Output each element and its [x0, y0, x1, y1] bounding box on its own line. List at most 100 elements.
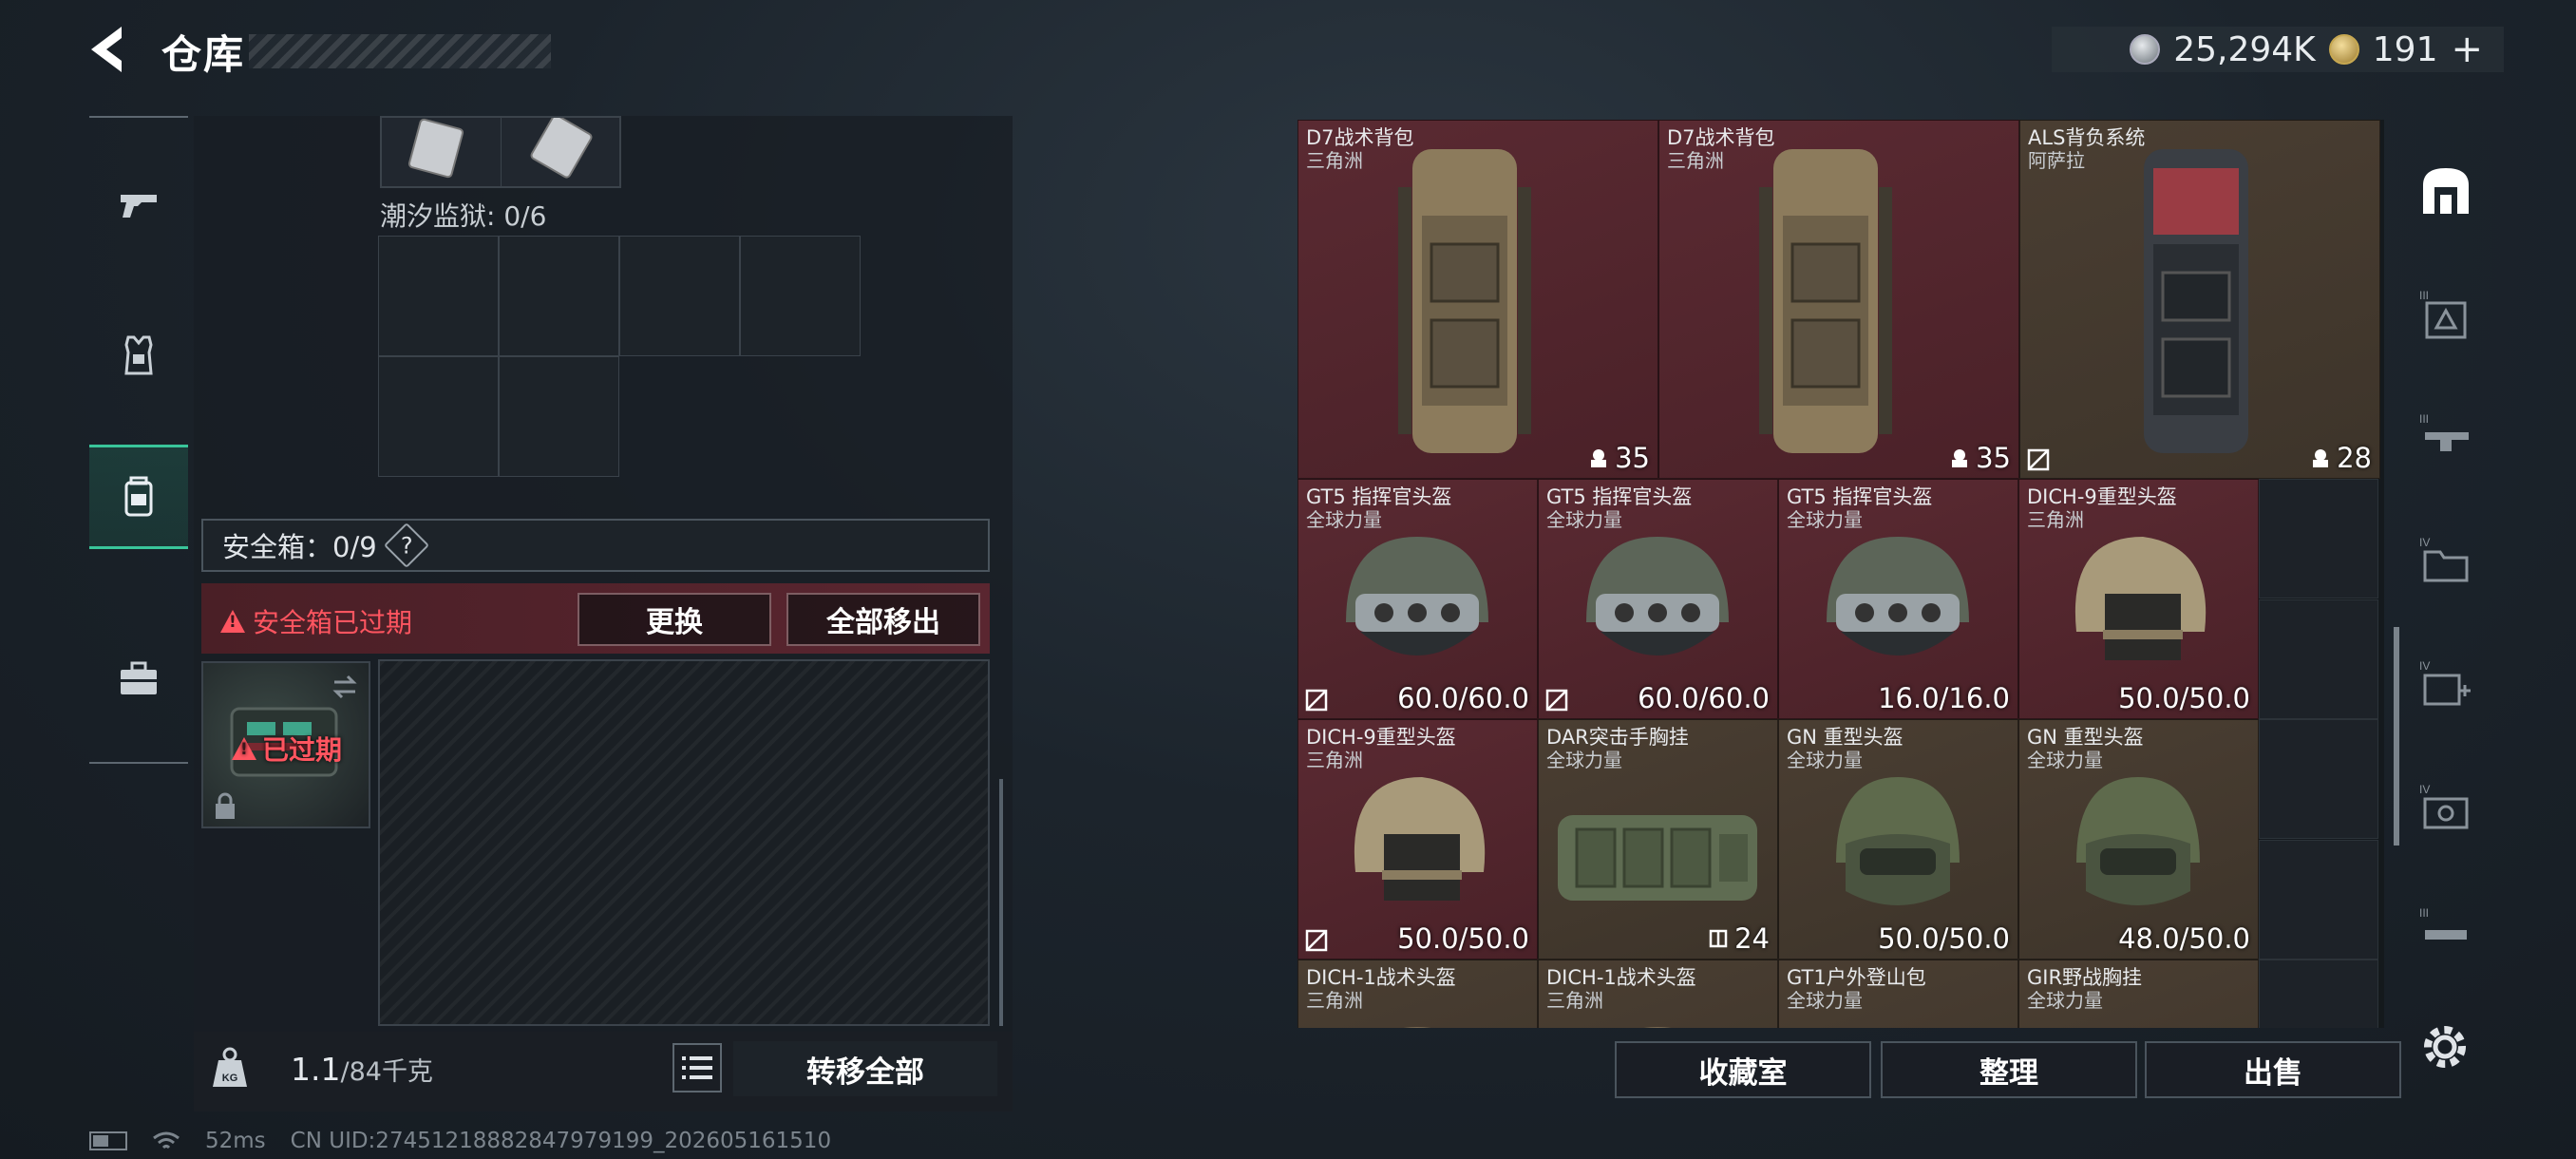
nav-tier-item[interactable]: IV — [2403, 519, 2489, 604]
nav-weapons[interactable] — [89, 156, 188, 251]
empty-slot[interactable] — [2259, 840, 2378, 960]
helmet-icon — [2076, 777, 2200, 905]
nav-all-items[interactable] — [2403, 148, 2489, 234]
inventory-item[interactable]: DICH-9重型头盔 三角洲 50.0/50.0 — [1297, 719, 1538, 960]
inventory-item[interactable]: GN 重型头盔 全球力量 50.0/50.0 — [1778, 719, 2018, 960]
item-value: 28 — [2310, 442, 2372, 474]
item-durability: 48.0/50.0 — [2118, 922, 2250, 955]
safebox-case-item[interactable]: 已过期 — [201, 661, 370, 828]
svg-text:III: III — [2419, 906, 2429, 920]
tier-misc-icon: III — [2419, 906, 2467, 940]
inventory-item[interactable]: GT5 指挥官头盔 全球力量 16.0/16.0 — [1778, 479, 2018, 719]
backpack-icon — [124, 476, 153, 517]
lock-icon — [216, 792, 235, 819]
title-decoration — [249, 34, 551, 68]
grid-cell[interactable] — [499, 356, 619, 477]
no-insurance-icon — [1545, 689, 1568, 712]
nav-tier-item[interactable]: IV — [2403, 642, 2489, 728]
page-title: 仓库 — [161, 31, 246, 78]
inventory-item[interactable]: DICH-9重型头盔 三角洲 50.0/50.0 — [2018, 479, 2259, 719]
empty-slot[interactable] — [2259, 960, 2378, 1028]
nav-case[interactable] — [89, 631, 188, 726]
item-value: 35 — [1949, 442, 2011, 474]
svg-text:IV: IV — [2419, 536, 2430, 549]
list-icon — [682, 1056, 712, 1079]
tidal-prison-label: 潮汐监狱: 0/6 — [380, 200, 547, 232]
add-currency-button[interactable]: + — [2451, 28, 2483, 71]
inventory-item[interactable]: GT5 指挥官头盔 全球力量 60.0/60.0 — [1538, 479, 1778, 719]
collection-room-button[interactable]: 收藏室 — [1615, 1041, 1871, 1098]
inventory-item[interactable]: D7战术背包 三角洲 35 — [1658, 120, 2019, 479]
grid-cell[interactable] — [378, 356, 499, 477]
sell-button[interactable]: 出售 — [2145, 1041, 2401, 1098]
silver-coin-icon — [2130, 34, 2161, 65]
empty-slot[interactable] — [2259, 479, 2378, 598]
item-slot[interactable] — [502, 114, 621, 186]
nav-armor[interactable] — [89, 308, 188, 403]
wifi-icon — [153, 1131, 180, 1150]
currency-bar: 25,294K 191 + — [2052, 27, 2504, 72]
safebox-header: 安全箱：0/9 ? — [201, 519, 990, 572]
backpack-icon — [1759, 149, 1892, 453]
sort-button[interactable]: 整理 — [1881, 1041, 2137, 1098]
no-insurance-icon — [1305, 689, 1328, 712]
item-value: 24 — [1708, 922, 1770, 955]
capacity-icon — [1591, 449, 1607, 467]
item-durability: 50.0/50.0 — [1878, 922, 2010, 955]
item-durability: 50.0/50.0 — [1397, 922, 1529, 955]
helmet-icon — [1836, 777, 1960, 905]
warning-icon — [232, 737, 256, 760]
warehouse-inventory: D7战术背包 三角洲 35 D7战术背包 三角洲 35 ALS背负系统 阿萨拉 … — [1297, 120, 2384, 1028]
inventory-item[interactable]: D7战术背包 三角洲 35 — [1297, 120, 1658, 479]
nav-tier-item[interactable]: III — [2403, 272, 2489, 357]
tier-armor-icon: III — [2419, 289, 2467, 339]
remove-all-button[interactable]: 全部移出 — [786, 593, 980, 646]
grid-cell[interactable] — [378, 236, 499, 356]
list-view-button[interactable] — [672, 1043, 722, 1092]
inventory-item[interactable]: DICH-1战术头盔 三角洲 — [1538, 960, 1778, 1028]
grid-cell[interactable] — [740, 236, 861, 356]
swap-icon — [332, 674, 357, 699]
backpack-icon — [2144, 149, 2248, 453]
settings-gear-icon[interactable] — [2418, 1020, 2472, 1074]
left-scrollbar[interactable] — [999, 779, 1003, 1026]
inventory-item[interactable]: ALS背负系统 阿萨拉 28 — [2019, 120, 2380, 479]
inventory-item[interactable]: DAR突击手胸挂 全球力量 24 — [1538, 719, 1778, 960]
item-durability: 16.0/16.0 — [1878, 682, 2010, 714]
card-item-icon — [530, 114, 593, 179]
transfer-all-button[interactable]: 转移全部 — [733, 1041, 997, 1096]
inventory-item[interactable]: GIR野战胸挂 全球力量 — [2018, 960, 2259, 1028]
inventory-item[interactable]: GN 重型头盔 全球力量 48.0/50.0 — [2018, 719, 2259, 960]
battery-icon — [89, 1131, 127, 1150]
no-insurance-icon — [2027, 448, 2050, 471]
empty-slot[interactable] — [2259, 599, 2378, 719]
gold-amount: 191 — [2372, 29, 2438, 69]
warehouse-icon — [2423, 168, 2469, 214]
inventory-item[interactable]: DICH-1战术头盔 三角洲 — [1297, 960, 1538, 1028]
empty-slot[interactable] — [2259, 719, 2378, 839]
item-slot[interactable] — [382, 118, 502, 186]
help-icon[interactable]: ? — [383, 522, 429, 569]
nav-backpack[interactable] — [89, 445, 188, 549]
grid-cell[interactable] — [619, 236, 740, 356]
svg-text:IV: IV — [2419, 783, 2430, 796]
safebox-label: 安全箱：0/9 — [222, 531, 377, 563]
nav-tier-item[interactable]: IV — [2403, 766, 2489, 851]
nav-tier-item[interactable]: III — [2403, 395, 2489, 481]
backpack-icon — [1398, 149, 1531, 453]
inventory-scrollbar[interactable] — [2394, 627, 2399, 846]
grid-cell[interactable] — [499, 236, 619, 356]
weight-readout: 1.1/84千克 — [291, 1051, 433, 1088]
weight-icon: KG — [213, 1047, 247, 1087]
inventory-item[interactable]: GT1户外登山包 全球力量 — [1778, 960, 2018, 1028]
inventory-item[interactable]: GT5 指挥官头盔 全球力量 60.0/60.0 — [1297, 479, 1538, 719]
nav-tier-item[interactable]: III — [2403, 889, 2489, 975]
replace-button[interactable]: 更换 — [578, 593, 771, 646]
safebox-grid[interactable] — [378, 659, 990, 1026]
chevron-left-icon — [91, 27, 122, 72]
item-durability: 60.0/60.0 — [1397, 682, 1529, 714]
helmet-icon — [1403, 1027, 1431, 1028]
back-button[interactable] — [84, 21, 141, 78]
helmet-icon — [1586, 537, 1729, 656]
helmet-icon — [1354, 777, 1486, 901]
